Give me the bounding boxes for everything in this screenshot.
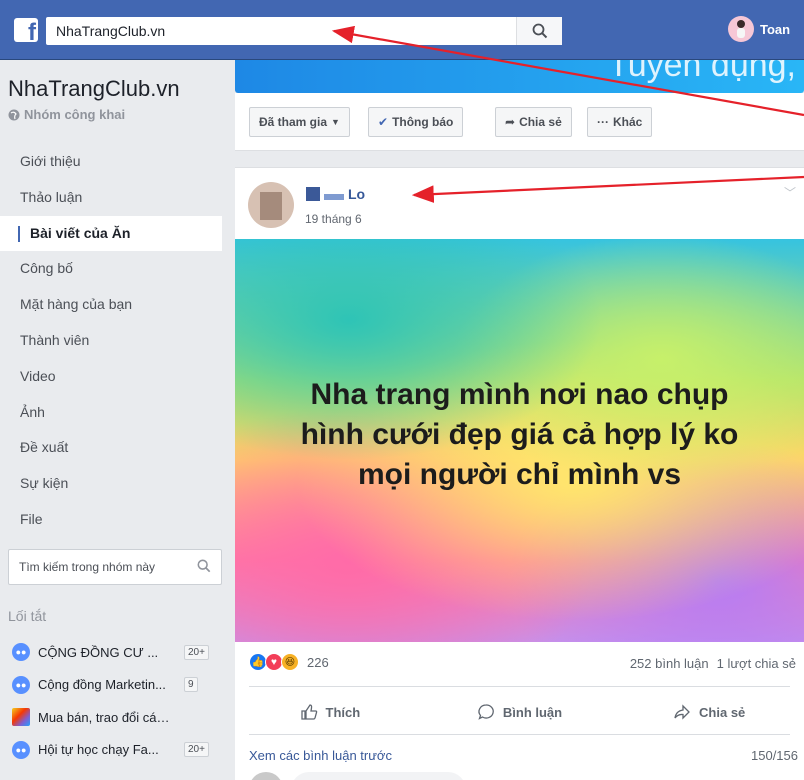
shortcut-label: Hội tự học chạy Fa... bbox=[38, 742, 159, 758]
group-icon: ●● bbox=[12, 740, 30, 759]
shortcut-label: Cộng đồng Marketin... bbox=[38, 677, 166, 693]
like-button[interactable]: Thích bbox=[235, 692, 425, 732]
checkmark-icon: ✔ bbox=[378, 115, 389, 129]
notification-badge: 9 bbox=[184, 677, 198, 693]
profile-link[interactable]: Toan bbox=[728, 16, 790, 42]
nav-item-my-posts[interactable]: Bài viết của Ăn bbox=[0, 215, 222, 252]
post-text-line: Nha trang mình nơi nao chụp bbox=[310, 378, 729, 411]
search-box bbox=[46, 17, 562, 45]
ellipsis-icon: ··· bbox=[597, 115, 609, 129]
post-background-image[interactable]: Nha trang mình nơi nao chụp hình cưới đẹ… bbox=[235, 239, 804, 642]
search-icon bbox=[197, 559, 211, 573]
nav-item-suggestions[interactable]: Đề xuất bbox=[0, 430, 222, 466]
search-icon bbox=[532, 23, 547, 39]
nav-item-announcements[interactable]: Công bố bbox=[0, 251, 222, 287]
comment-bubble bbox=[291, 772, 466, 780]
group-name[interactable]: NhaTrangClub.vn bbox=[8, 76, 180, 102]
haha-reaction-icon: 😆 bbox=[281, 653, 299, 671]
joined-label: Đã tham gia bbox=[259, 115, 328, 129]
speech-bubble-icon bbox=[478, 704, 494, 720]
joined-button[interactable]: Đã tham gia ▼ bbox=[249, 107, 350, 137]
group-icon: ●● bbox=[12, 675, 30, 694]
comment-progress: 150/156 bbox=[751, 748, 798, 763]
nav-item-files[interactable]: File bbox=[0, 502, 222, 538]
comment-count-link[interactable]: 252 bình luận bbox=[630, 656, 709, 671]
reactions-summary[interactable]: 👍 ♥ 😆 226 bbox=[249, 653, 329, 671]
share-button[interactable]: Chia sẻ bbox=[614, 692, 804, 732]
caret-down-icon: ▼ bbox=[331, 117, 340, 127]
post-text-line: mọi người chỉ mình vs bbox=[357, 458, 682, 491]
nav-item-about[interactable]: Giới thiệu bbox=[0, 144, 222, 180]
comment-label: Bình luận bbox=[502, 704, 563, 720]
post-stats: 252 bình luận 1 lượt chia sẻ bbox=[630, 656, 796, 671]
rainbow-group-icon bbox=[12, 708, 30, 727]
notification-badge: 20+ bbox=[184, 742, 209, 758]
search-button[interactable] bbox=[516, 17, 562, 45]
share-arrow-icon: ➦ bbox=[505, 115, 516, 129]
more-label: Khác bbox=[613, 115, 643, 129]
facebook-logo-icon[interactable]: f bbox=[14, 18, 38, 45]
globe-icon bbox=[8, 109, 20, 120]
nav-item-videos[interactable]: Video bbox=[0, 359, 222, 395]
post-text-line: hình cưới đẹp giá cả hợp lý ko bbox=[300, 418, 739, 451]
commenter-avatar bbox=[249, 772, 283, 780]
divider bbox=[249, 686, 790, 687]
top-navigation-bar: f Toan bbox=[0, 0, 804, 60]
reaction-count: 226 bbox=[307, 654, 329, 670]
post-card: Lo 19 tháng 6 ﹀ Nha trang mình nơi nao c… bbox=[235, 167, 804, 780]
shortcuts-list: ●● CỘNG ĐỒNG CƯ ... 20+ ●● Cộng đồng Mar… bbox=[0, 636, 222, 766]
share-label: Chia sẻ bbox=[699, 704, 746, 720]
cover-text: Tuyển dụng, bbox=[608, 60, 796, 84]
divider bbox=[249, 734, 790, 735]
comments-header: Xem các bình luận trước 150/156 bbox=[249, 748, 798, 763]
nav-item-photos[interactable]: Ảnh bbox=[0, 395, 222, 431]
user-avatar-icon bbox=[737, 20, 745, 38]
share-count-link[interactable]: 1 lượt chia sẻ bbox=[717, 656, 796, 671]
more-button[interactable]: ··· Khác bbox=[587, 107, 653, 137]
group-cover-photo[interactable]: Tuyển dụng, bbox=[235, 60, 804, 93]
shortcuts-heading: Lối tắt bbox=[8, 608, 47, 624]
post-timestamp[interactable]: 19 tháng 6 bbox=[305, 212, 362, 226]
nav-item-members[interactable]: Thành viên bbox=[0, 323, 222, 359]
avatar bbox=[728, 16, 754, 42]
nav-item-discussion[interactable]: Thảo luận bbox=[0, 180, 222, 216]
notifications-button[interactable]: ✔ Thông báo bbox=[368, 107, 464, 137]
group-search-input[interactable]: Tìm kiếm trong nhóm này bbox=[8, 549, 222, 585]
shortcut-item[interactable]: ●● Hội tự học chạy Fa... 20+ bbox=[0, 734, 222, 767]
group-privacy: Nhóm công khai bbox=[8, 107, 125, 122]
group-action-bar: Đã tham gia ▼ ✔ Thông báo ➦ Chia sẻ ··· … bbox=[235, 93, 804, 151]
redacted-name-block bbox=[306, 187, 320, 201]
post-text: Nha trang mình nơi nao chụp hình cưới đẹ… bbox=[235, 375, 804, 495]
chevron-down-icon[interactable]: ﹀ bbox=[784, 184, 796, 201]
nav-item-your-items[interactable]: Mặt hàng của bạn bbox=[0, 287, 222, 323]
group-icon: ●● bbox=[12, 643, 30, 662]
shortcut-item[interactable]: Mua bán, trao đổi các t... bbox=[0, 701, 222, 734]
share-group-button[interactable]: ➦ Chia sẻ bbox=[495, 107, 572, 137]
redacted-name-block bbox=[324, 194, 344, 200]
thumbs-up-icon bbox=[300, 704, 317, 720]
group-navigation: Giới thiệu Thảo luận Bài viết của Ăn Côn… bbox=[0, 144, 222, 538]
shortcut-label: Mua bán, trao đổi các t... bbox=[38, 709, 176, 725]
author-avatar[interactable] bbox=[248, 182, 294, 228]
share-group-label: Chia sẻ bbox=[519, 115, 562, 129]
shortcut-item[interactable]: ●● CỘNG ĐỒNG CƯ ... 20+ bbox=[0, 636, 222, 669]
author-name: Lo bbox=[348, 186, 366, 202]
post-actions: Thích Bình luận Chia sẻ bbox=[235, 692, 804, 732]
nav-item-events[interactable]: Sự kiện bbox=[0, 466, 222, 502]
notification-badge: 20+ bbox=[184, 644, 209, 660]
like-label: Thích bbox=[325, 704, 361, 720]
comment-button[interactable]: Bình luận bbox=[425, 692, 615, 732]
shortcut-label: CỘNG ĐỒNG CƯ ... bbox=[38, 644, 159, 660]
search-input[interactable] bbox=[46, 17, 516, 45]
share-icon bbox=[674, 704, 690, 720]
group-search-placeholder: Tìm kiếm trong nhóm này bbox=[19, 560, 156, 574]
post-author[interactable]: Lo bbox=[306, 186, 365, 202]
shortcut-item[interactable]: ●● Cộng đồng Marketin... 9 bbox=[0, 669, 222, 702]
view-previous-comments-link[interactable]: Xem các bình luận trước bbox=[249, 748, 392, 763]
user-name: Toan bbox=[760, 21, 791, 37]
notifications-label: Thông báo bbox=[392, 115, 454, 129]
group-privacy-label: Nhóm công khai bbox=[24, 107, 126, 122]
